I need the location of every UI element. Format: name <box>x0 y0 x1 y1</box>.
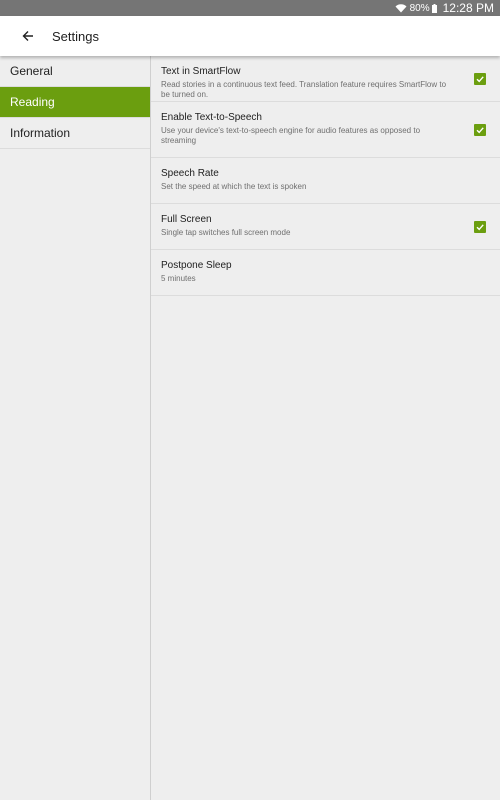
settings-sidebar: General Reading Information <box>0 56 151 800</box>
back-button[interactable] <box>18 26 38 46</box>
tts-checkbox[interactable] <box>474 123 486 136</box>
checkmark-icon <box>476 126 484 133</box>
checkmark-icon <box>476 223 484 230</box>
pref-summary: Use your device's text-to-speech engine … <box>161 126 421 145</box>
full-screen-checkbox[interactable] <box>474 220 486 233</box>
pref-summary: Read stories in a continuous text feed. … <box>161 80 447 99</box>
pref-title: Full Screen <box>161 214 212 225</box>
page-title: Settings <box>52 28 99 44</box>
pref-title: Text in SmartFlow <box>161 66 241 77</box>
battery-icon <box>431 3 437 13</box>
pref-full-screen[interactable]: Full Screen Single tap switches full scr… <box>151 204 500 250</box>
app-bar: Settings <box>0 16 500 56</box>
pref-title: Postpone Sleep <box>161 260 232 271</box>
sidebar-item-general[interactable]: General <box>0 56 150 87</box>
pref-summary: 5 minutes <box>161 274 196 283</box>
wifi-icon <box>395 4 407 13</box>
checkmark-icon <box>476 75 484 82</box>
battery-percentage: 80% <box>409 2 430 14</box>
clock: 12:28 PM <box>442 1 494 15</box>
arrow-left-icon <box>22 31 33 41</box>
pref-postpone-sleep[interactable]: Postpone Sleep 5 minutes <box>151 250 500 296</box>
pref-summary: Single tap switches full screen mode <box>161 228 291 237</box>
pref-speech-rate[interactable]: Speech Rate Set the speed at which the t… <box>151 158 500 204</box>
preferences-list: Text in SmartFlow Read stories in a cont… <box>151 56 500 800</box>
sidebar-item-information[interactable]: Information <box>0 118 150 149</box>
status-bar: 80% 12:28 PM <box>0 0 500 16</box>
pref-summary: Set the speed at which the text is spoke… <box>161 182 307 191</box>
pref-text-in-smartflow[interactable]: Text in SmartFlow Read stories in a cont… <box>151 56 500 102</box>
pref-title: Speech Rate <box>161 168 219 179</box>
pref-enable-tts[interactable]: Enable Text-to-Speech Use your device's … <box>151 102 500 158</box>
sidebar-item-reading[interactable]: Reading <box>0 87 150 118</box>
smartflow-checkbox[interactable] <box>474 72 486 85</box>
pref-title: Enable Text-to-Speech <box>161 112 262 123</box>
